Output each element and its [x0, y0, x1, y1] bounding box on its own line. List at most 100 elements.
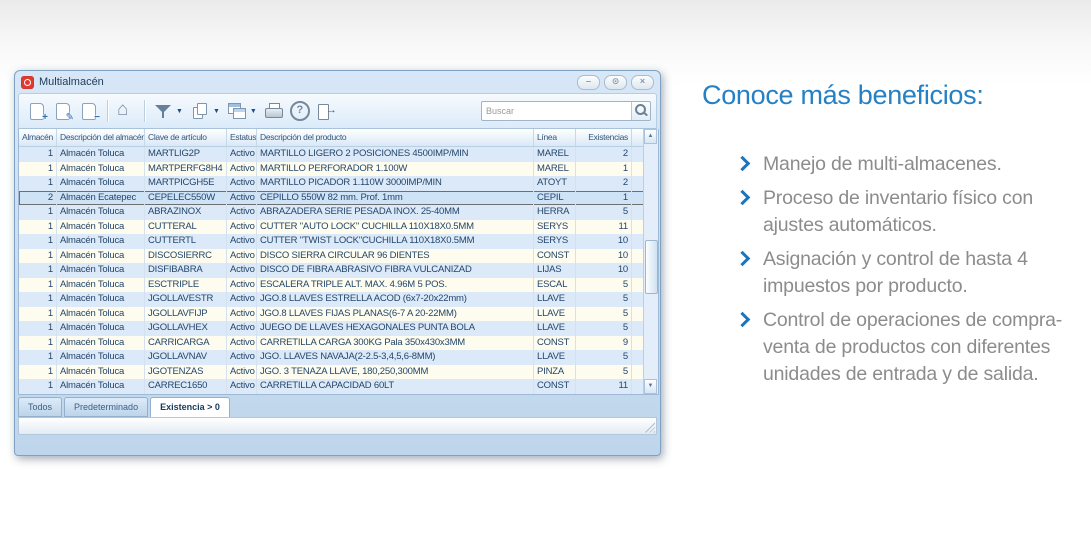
table-cell: CUTTER "TWIST LOCK"CUCHILLA 110X18X0.5MM — [257, 234, 534, 249]
tab-todos[interactable]: Todos — [18, 397, 62, 417]
search-input[interactable] — [482, 103, 631, 119]
table-cell: 2 — [576, 147, 632, 162]
table-row[interactable]: 1Almacén TolucaESCTRIPLEActivoESCALERA T… — [19, 278, 644, 293]
table-cell: JGO.8 LLAVES ESTRELLA ACOD (6x7-20x22mm) — [257, 292, 534, 307]
table-cell: 1 — [576, 162, 632, 177]
table-row[interactable]: 1Almacén TolucaJGOLLAVHEXActivoJUEGO DE … — [19, 321, 644, 336]
add-record-button[interactable]: + — [24, 98, 50, 124]
tab-existencia-0[interactable]: Existencia > 0 — [150, 397, 230, 418]
table-cell: 11 — [576, 220, 632, 235]
edit-record-button[interactable]: ✎ — [50, 98, 76, 124]
table-row[interactable]: 1Almacén TolucaCUTTERTLActivoCUTTER "TWI… — [19, 234, 644, 249]
filter-button[interactable] — [150, 98, 176, 124]
table-row[interactable]: 1Almacén TolucaABRAZINOXActivoABRAZADERA… — [19, 205, 644, 220]
table-cell: HERRA — [534, 205, 576, 220]
copy-button[interactable] — [187, 98, 213, 124]
badge-glyph: ✎ — [66, 112, 74, 123]
doc-plus-icon: + — [30, 103, 44, 120]
help-icon — [290, 101, 310, 121]
warehouse-button[interactable] — [113, 98, 139, 124]
title-bar[interactable]: Multialmacén – ⊙ × — [15, 71, 660, 93]
scroll-up-icon[interactable]: ▲ — [644, 129, 657, 144]
table-row[interactable]: 1Almacén TolucaMARTLIG2PActivoMARTILLO L… — [19, 147, 644, 162]
help-button[interactable] — [287, 98, 313, 124]
chevron-right-icon — [735, 156, 751, 172]
table-cell: 1 — [19, 365, 57, 380]
table-row[interactable]: 1Almacén TolucaJGOTENZASActivoJGO. 3 TEN… — [19, 365, 644, 380]
table-cell: Activo — [227, 234, 257, 249]
column-header[interactable]: Estatus — [227, 129, 257, 146]
column-header[interactable]: Descripción del almacén — [57, 129, 145, 146]
search-button[interactable] — [631, 102, 650, 120]
copy-dropdown-icon[interactable]: ▼ — [213, 108, 220, 115]
table-row[interactable]: 1Almacén TolucaCARRICARGAActivoCARRETILL… — [19, 336, 644, 351]
table-cell: CONST — [534, 249, 576, 264]
table-cell: 2 — [576, 176, 632, 191]
print-button[interactable] — [261, 98, 287, 124]
table-cell: JGO. 3 TENAZA LLAVE, 180,250,300MM — [257, 365, 534, 380]
badge-glyph: − — [94, 112, 100, 123]
table-cell: Activo — [227, 176, 257, 191]
table-row[interactable]: 1Almacén TolucaMARTPICGH5EActivoMARTILLO… — [19, 176, 644, 191]
filter-dropdown-icon[interactable]: ▼ — [176, 108, 183, 115]
filter-tabs-bar: TodosPredeterminadoExistencia > 0 — [18, 397, 657, 417]
table-row[interactable]: 1Almacén TolucaDISFIBABRAActivoDISCO DE … — [19, 263, 644, 278]
table-cell: JGO. LLAVES NAVAJA(2-2.5-3,4,5,6-8MM) — [257, 350, 534, 365]
table-cell: MAREL — [534, 162, 576, 177]
benefits-panel: Conoce más beneficios: Manejo de multi-a… — [700, 80, 1086, 395]
table-row[interactable]: 1Almacén TolucaJGOLLAVESTRActivoJGO.8 LL… — [19, 292, 644, 307]
maximize-button[interactable]: ⊙ — [604, 75, 627, 90]
column-header[interactable]: Descripción del producto — [257, 129, 534, 146]
table-cell: DISCO DE FIBRA ABRASIVO FIBRA VULCANIZAD — [257, 263, 534, 278]
column-header[interactable]: Clave de artículo — [145, 129, 227, 146]
table-cell: MARTLIG2P — [145, 147, 227, 162]
table-cell: PINZA — [534, 365, 576, 380]
table-cell: Activo — [227, 205, 257, 220]
table-row[interactable]: 1Almacén TolucaCUTTERALActivoCUTTER "AUT… — [19, 220, 644, 235]
table-row[interactable]: 1Almacén TolucaJGOLLAVNAVActivoJGO. LLAV… — [19, 350, 644, 365]
table-cell: 1 — [19, 292, 57, 307]
table-row[interactable]: 1Almacén TolucaDISCOSIERRCActivoDISCO SI… — [19, 249, 644, 264]
status-bar — [18, 417, 657, 435]
search-icon — [635, 104, 646, 115]
table-cell: Almacén Toluca — [57, 321, 145, 336]
table-cell: 5 — [576, 278, 632, 293]
table-row[interactable]: 1Almacén TolucaMARTPERFG8H4ActivoMARTILL… — [19, 162, 644, 177]
table-cell: Almacén Toluca — [57, 205, 145, 220]
table-row[interactable]: 2Almacén EcatepecCEPELEC550WActivoCEPILL… — [19, 191, 644, 206]
window-title: Multialmacén — [39, 76, 572, 88]
vertical-scrollbar[interactable]: ▲ ▼ — [643, 129, 658, 394]
table-cell: ESCAL — [534, 278, 576, 293]
minimize-button[interactable]: – — [577, 75, 600, 90]
scrollbar-thumb[interactable] — [645, 240, 658, 294]
page: Multialmacén – ⊙ × +✎−▼▼▼ AlmacénDescrip… — [0, 0, 1091, 539]
exit-button[interactable] — [313, 98, 339, 124]
column-header[interactable]: Existencias — [576, 129, 632, 146]
badge-glyph: + — [42, 112, 48, 123]
table-cell: 5 — [576, 292, 632, 307]
transfer-button[interactable] — [224, 98, 250, 124]
table-cell: JUEGO DE LLAVES HEXAGONALES PUNTA BOLA — [257, 321, 534, 336]
table-cell: CONST — [534, 379, 576, 394]
resize-grip[interactable] — [644, 422, 655, 433]
close-button[interactable]: × — [631, 75, 654, 90]
table-cell: Almacén Toluca — [57, 147, 145, 162]
table-cell: 1 — [19, 307, 57, 322]
table-cell: Activo — [227, 307, 257, 322]
table-cell: ABRAZINOX — [145, 205, 227, 220]
table-cell: Almacén Toluca — [57, 234, 145, 249]
table-cell: 2 — [19, 191, 57, 206]
delete-record-button[interactable]: − — [76, 98, 102, 124]
benefit-item: Asignación y control de hasta 4 impuesto… — [737, 246, 1086, 300]
chevron-right-icon — [735, 190, 751, 206]
benefit-text: Proceso de inventario físico con ajustes… — [763, 187, 1033, 236]
toolbar-separator — [107, 100, 108, 122]
transfer-dropdown-icon[interactable]: ▼ — [250, 108, 257, 115]
table-row[interactable]: 1Almacén TolucaJGOLLAVFIJPActivoJGO.8 LL… — [19, 307, 644, 322]
column-header[interactable]: Almacén — [19, 129, 57, 146]
app-logo-icon — [21, 76, 34, 89]
column-header[interactable]: Línea — [534, 129, 576, 146]
table-row[interactable]: 1Almacén TolucaCARREC1650ActivoCARRETILL… — [19, 379, 644, 394]
scroll-down-icon[interactable]: ▼ — [644, 379, 657, 394]
tab-predeterminado[interactable]: Predeterminado — [64, 397, 148, 417]
